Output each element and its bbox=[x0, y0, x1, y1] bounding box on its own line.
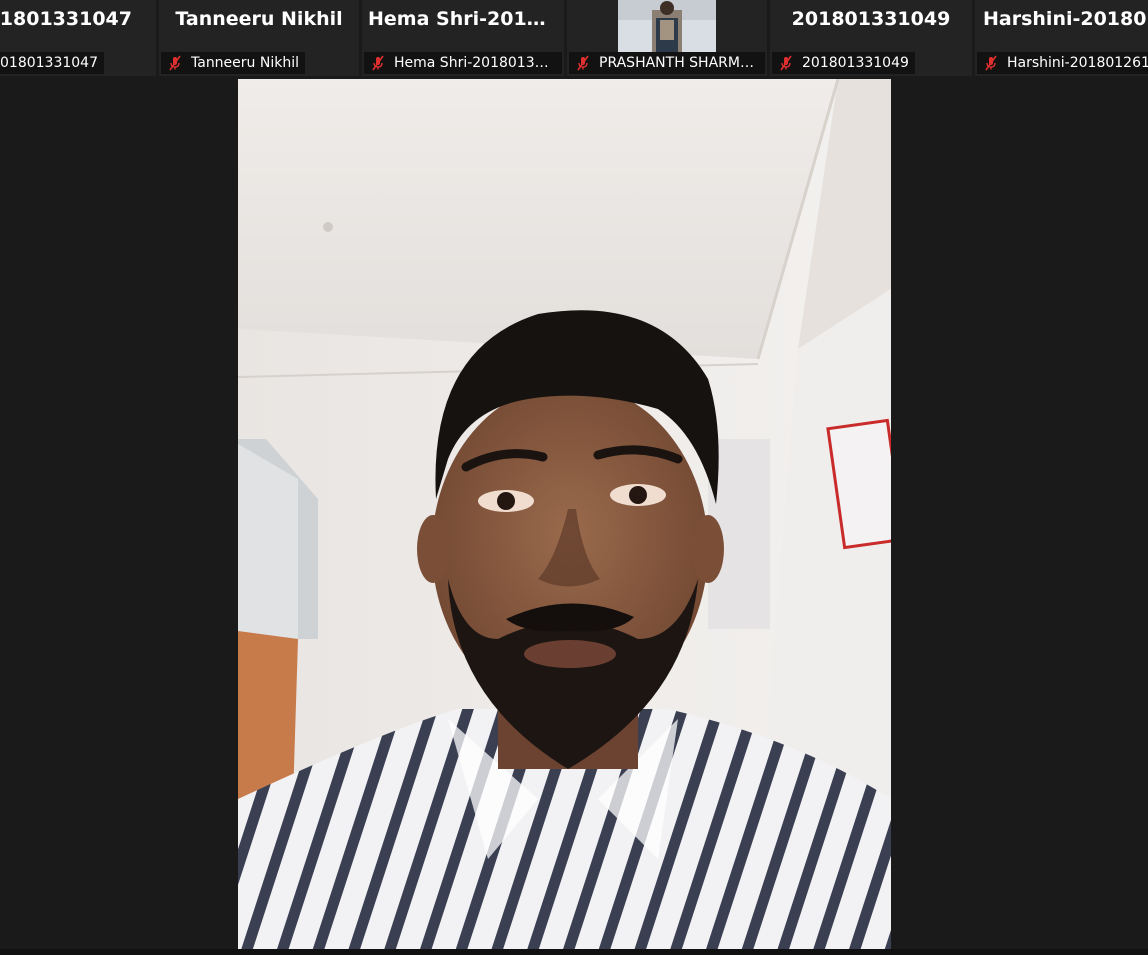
participant-tile[interactable]: PRASHANTH SHARMA... bbox=[567, 0, 767, 76]
participant-name: Hema Shri-2018... bbox=[368, 8, 562, 30]
participant-label-text: 201801331049 bbox=[802, 55, 909, 71]
muted-mic-icon bbox=[985, 55, 997, 71]
participant-name: 01801331047 bbox=[0, 8, 132, 30]
participant-label-text: PRASHANTH SHARMA... bbox=[599, 55, 759, 71]
participant-label-text: Tanneeru Nikhil bbox=[191, 55, 299, 71]
speaker-video-frame bbox=[238, 79, 891, 949]
participant-video-thumbnail bbox=[618, 0, 716, 52]
participant-label-text: Harshini-2018012611 bbox=[1007, 55, 1148, 71]
participant-tile[interactable]: Hema Shri-2018... Hema Shri-20180133... bbox=[362, 0, 564, 76]
muted-mic-icon bbox=[169, 55, 181, 71]
participant-label: Tanneeru Nikhil bbox=[161, 52, 305, 74]
meeting-window: 01801331047 01801331047 Tanneeru Nikhil … bbox=[0, 0, 1148, 955]
participant-label: PRASHANTH SHARMA... bbox=[569, 52, 765, 74]
muted-mic-icon bbox=[780, 55, 792, 71]
muted-mic-icon bbox=[372, 55, 384, 71]
participant-label-text: Hema Shri-20180133... bbox=[394, 55, 556, 71]
bottom-edge bbox=[0, 949, 1148, 955]
participant-tile[interactable]: 01801331047 01801331047 bbox=[0, 0, 156, 76]
participant-tile[interactable]: 201801331049 201801331049 bbox=[770, 0, 972, 76]
participant-label: 01801331047 bbox=[0, 52, 104, 74]
participant-tile[interactable]: Tanneeru Nikhil Tanneeru Nikhil bbox=[159, 0, 359, 76]
participant-strip: 01801331047 01801331047 Tanneeru Nikhil … bbox=[0, 0, 1148, 78]
participant-name: Harshini-20180 bbox=[983, 8, 1147, 30]
participant-label: Harshini-2018012611 bbox=[977, 52, 1148, 74]
participant-name: 201801331049 bbox=[791, 8, 951, 30]
participant-label: 201801331049 bbox=[772, 52, 915, 74]
participant-name: Tanneeru Nikhil bbox=[175, 8, 343, 30]
participant-label: Hema Shri-20180133... bbox=[364, 52, 562, 74]
muted-mic-icon bbox=[577, 55, 589, 71]
participant-label-text: 01801331047 bbox=[0, 55, 98, 71]
active-speaker-video[interactable] bbox=[238, 79, 891, 949]
participant-tile[interactable]: Harshini-20180 Harshini-2018012611 bbox=[975, 0, 1148, 76]
